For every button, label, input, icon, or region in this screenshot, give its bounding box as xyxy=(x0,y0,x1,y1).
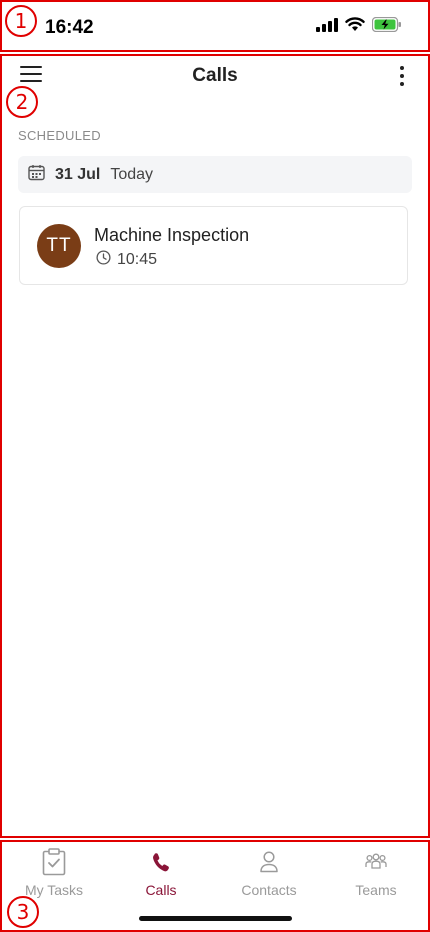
date-group-header: 31 Jul Today xyxy=(18,156,412,193)
calendar-icon xyxy=(28,164,45,186)
call-title: Machine Inspection xyxy=(94,225,250,245)
avatar: TT xyxy=(37,224,81,268)
tab-label: Contacts xyxy=(241,882,297,898)
tab-teams[interactable]: Teams xyxy=(326,848,426,898)
clipboard-check-icon xyxy=(4,848,104,876)
phone-icon xyxy=(111,848,211,876)
annotation-marker: 3 xyxy=(7,896,39,928)
more-options-button[interactable] xyxy=(398,66,406,86)
tab-contacts[interactable]: Contacts xyxy=(219,848,319,898)
call-time: 10:45 xyxy=(117,251,158,268)
tab-my-tasks[interactable]: My Tasks xyxy=(4,848,104,898)
more-dot xyxy=(400,66,404,70)
date-day: 31 Jul xyxy=(55,165,101,183)
more-dot xyxy=(400,74,404,78)
wifi-icon xyxy=(345,17,365,37)
home-indicator xyxy=(139,916,292,921)
tab-label: Teams xyxy=(355,882,397,898)
group-icon xyxy=(326,848,426,876)
section-label-scheduled: SCHEDULED xyxy=(18,128,101,143)
more-dot xyxy=(400,82,404,86)
scheduled-call-card[interactable]: TT Machine Inspection 10:45 xyxy=(19,206,408,285)
page-title: Calls xyxy=(192,65,238,86)
status-time: 16:42 xyxy=(45,17,94,38)
person-icon xyxy=(219,848,319,876)
date-relative: Today xyxy=(110,165,154,183)
tab-calls[interactable]: Calls xyxy=(111,848,211,898)
annotation-marker: 1 xyxy=(5,5,37,37)
annotation-marker: 2 xyxy=(6,86,38,118)
call-time-row: 10:45 xyxy=(96,250,157,270)
tab-label: Calls xyxy=(145,882,177,898)
battery-icon xyxy=(371,16,402,37)
signal-icon xyxy=(316,17,338,37)
clock-icon xyxy=(96,250,111,270)
status-icons xyxy=(316,16,402,37)
